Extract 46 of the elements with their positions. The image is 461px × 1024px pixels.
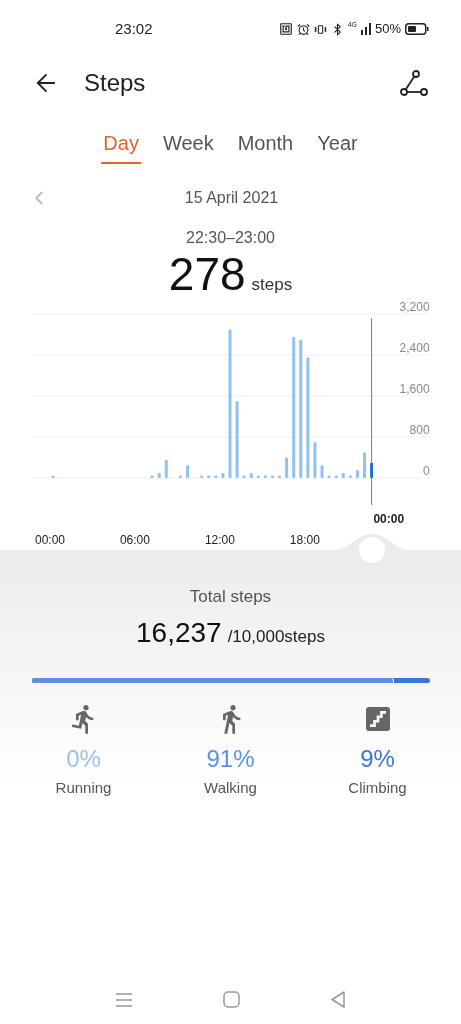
activity-label: Walking bbox=[204, 777, 257, 798]
y-axis-label: 1,600 bbox=[399, 382, 430, 396]
y-axis-label: 2,400 bbox=[399, 341, 430, 355]
period-tab[interactable]: Month bbox=[235, 128, 296, 164]
bar[interactable] bbox=[370, 462, 374, 478]
back-icon[interactable] bbox=[330, 991, 346, 1008]
step-count: 278 bbox=[168, 248, 246, 300]
battery-percent: 50% bbox=[374, 20, 401, 39]
page-title: Steps bbox=[84, 68, 146, 98]
battery-icon bbox=[405, 23, 429, 35]
vibrate-icon bbox=[313, 22, 327, 36]
bar[interactable] bbox=[249, 472, 253, 478]
share-button[interactable] bbox=[399, 68, 429, 98]
y-axis-label: 0 bbox=[422, 464, 430, 478]
bar[interactable] bbox=[221, 472, 225, 478]
slider-time-label: 00:00 bbox=[373, 512, 405, 526]
activity-percent: 91% bbox=[206, 743, 255, 774]
step-goal: /10,000steps bbox=[227, 625, 325, 648]
y-axis-label: 800 bbox=[409, 423, 430, 437]
date-label: 15 April 2021 bbox=[184, 188, 280, 208]
home-icon[interactable] bbox=[223, 991, 240, 1008]
y-axis-label: 3,200 bbox=[399, 300, 430, 314]
bar[interactable] bbox=[278, 475, 282, 478]
nfc-icon bbox=[278, 22, 293, 36]
total-steps-value: 16,237 bbox=[136, 615, 222, 650]
menu-icon[interactable] bbox=[115, 991, 133, 1008]
bar[interactable] bbox=[178, 475, 182, 478]
bar[interactable] bbox=[157, 472, 161, 478]
x-axis-label: 12:00 bbox=[204, 533, 235, 547]
x-axis-label: 06:00 bbox=[119, 533, 150, 547]
total-steps-label: Total steps bbox=[189, 586, 272, 608]
signal-icon bbox=[360, 23, 371, 35]
status-time: 23:02 bbox=[115, 18, 153, 39]
activity-percent: 9% bbox=[360, 743, 395, 774]
step-unit: steps bbox=[251, 274, 293, 296]
bar[interactable] bbox=[263, 475, 267, 478]
period-tab[interactable]: Week bbox=[160, 128, 216, 164]
period-tab[interactable]: Year bbox=[315, 128, 360, 164]
activity-label: Running bbox=[55, 777, 112, 798]
bar[interactable] bbox=[341, 472, 345, 478]
activity-percent: 0% bbox=[66, 743, 101, 774]
x-axis-label: 18:00 bbox=[289, 533, 320, 547]
alarm-icon bbox=[296, 22, 310, 36]
time-range: 22:30–23:00 bbox=[186, 228, 275, 248]
activity-label: Climbing bbox=[348, 777, 407, 798]
x-axis-label: 00:00 bbox=[35, 533, 65, 547]
